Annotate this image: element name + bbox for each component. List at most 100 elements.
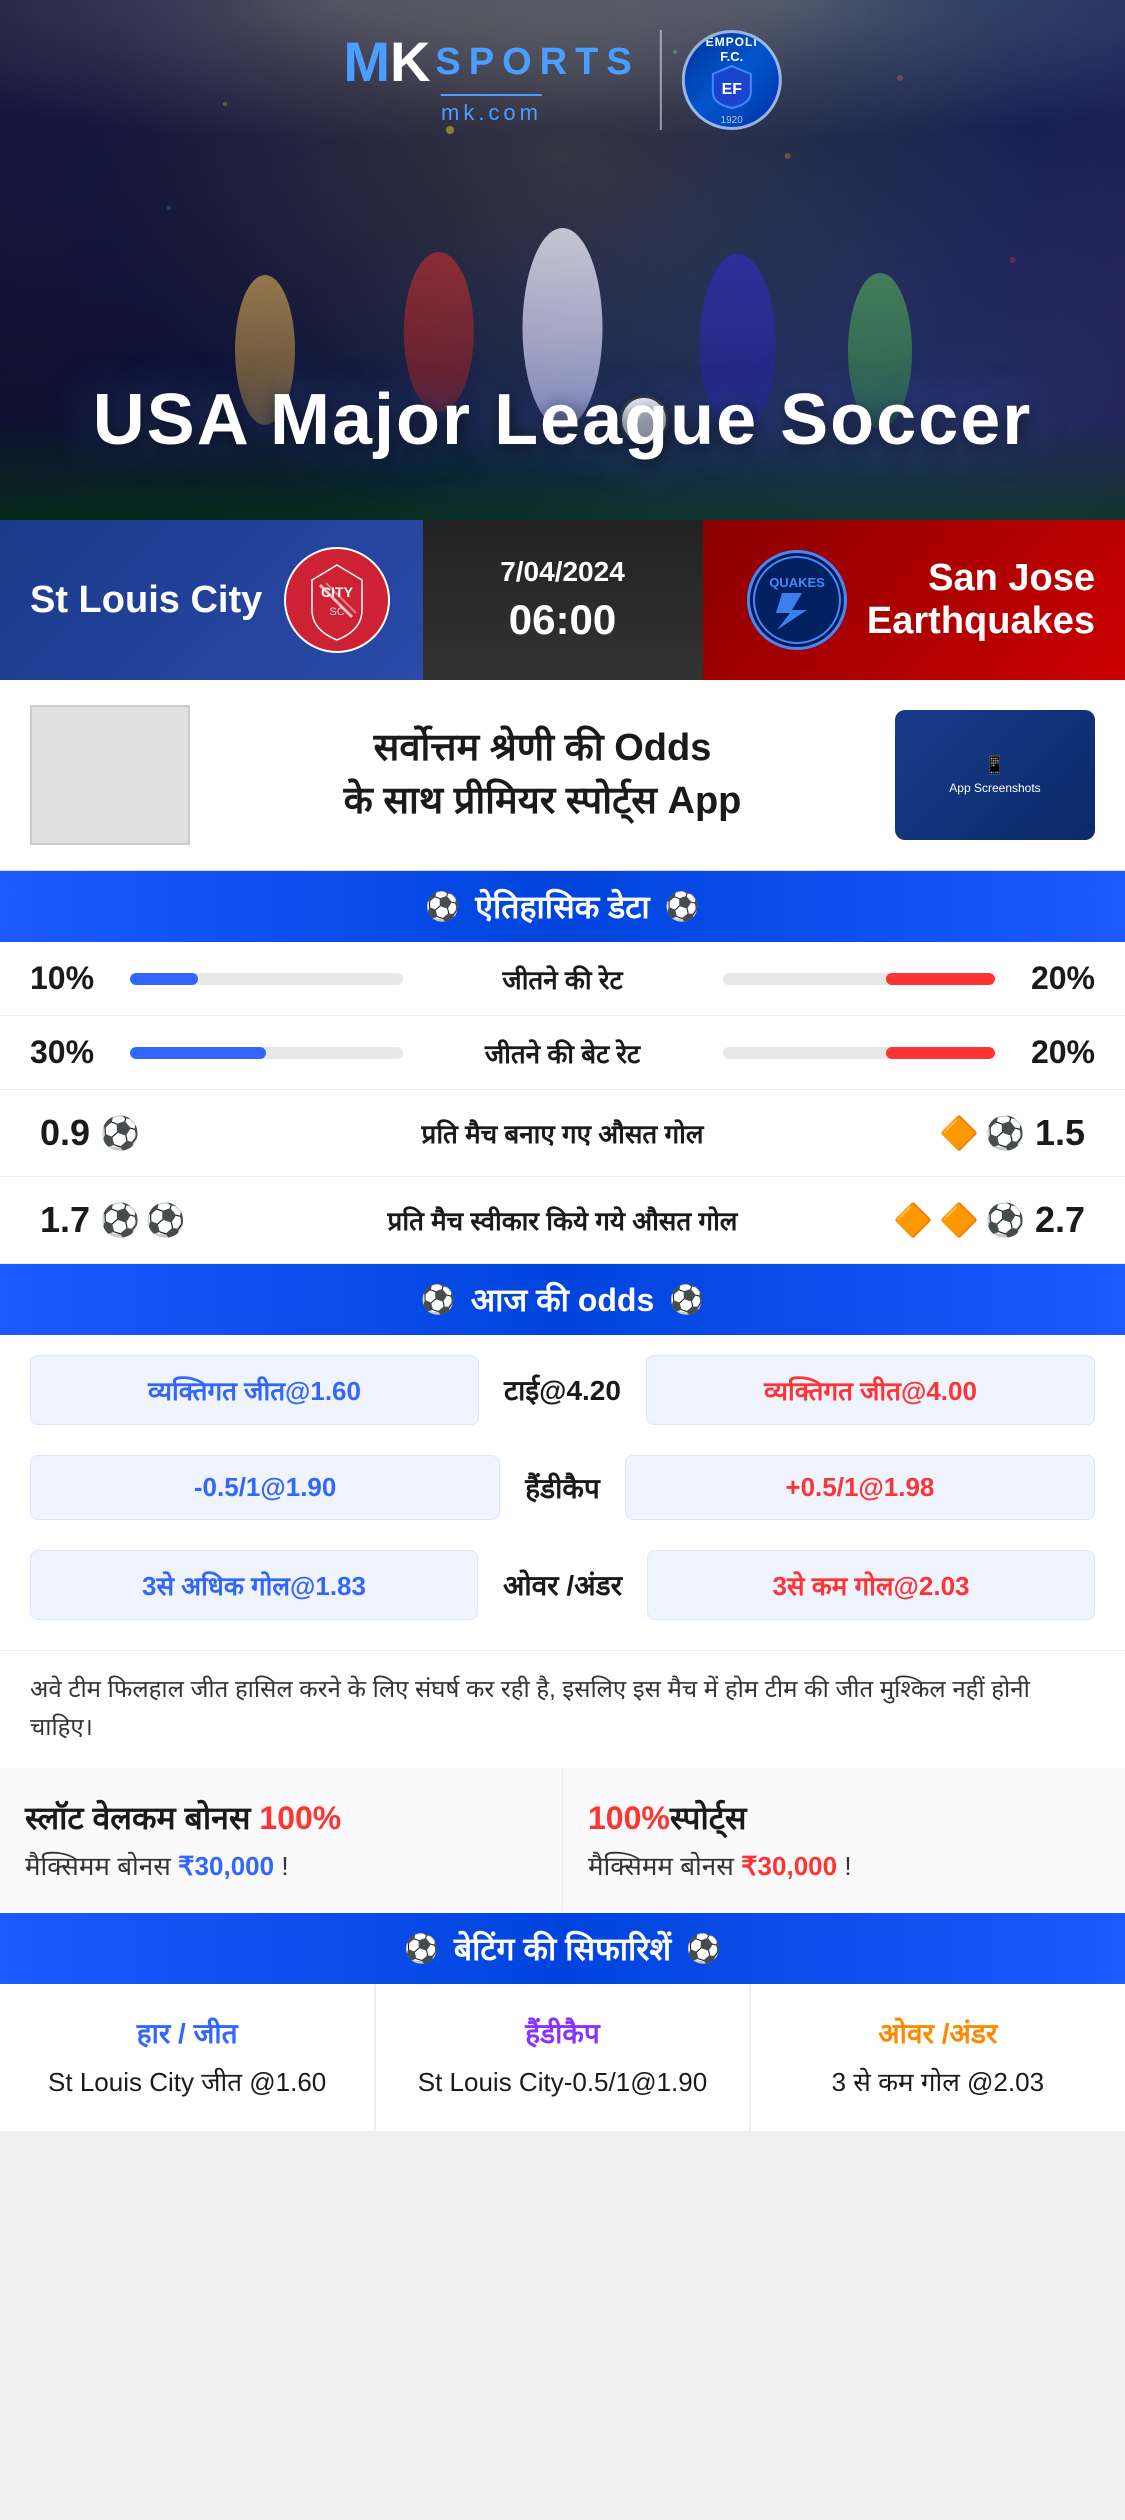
odds-ball-right: ⚽ xyxy=(669,1283,704,1316)
earthquakes-logo-svg: QUAKES xyxy=(752,555,842,645)
analysis-text: अवे टीम फिलहाल जीत हासिल करने के लिए संघ… xyxy=(30,1671,1095,1748)
odds-over-btn[interactable]: 3से अधिक गोल@1.83 xyxy=(30,1550,478,1620)
ball-c1: ⚽ xyxy=(100,1201,140,1239)
hero-title: USA Major League Soccer xyxy=(0,381,1125,460)
ball-1: ⚽ xyxy=(100,1114,140,1152)
ball-cr2: 🔶 xyxy=(939,1201,979,1239)
reco-type-1: हार / जीत xyxy=(137,2014,238,2052)
reco-header: ⚽ बेटिंग की सिफारिशें ⚽ xyxy=(0,1913,1125,1984)
odds-home-win-btn[interactable]: व्यक्तिगत जीत@1.60 xyxy=(30,1355,479,1425)
win-rate-row: 10% जीतने की रेट 20% xyxy=(0,942,1125,1016)
odds-section: ⚽ आज की odds ⚽ व्यक्तिगत जीत@1.60 टाई@4.… xyxy=(0,1264,1125,1650)
home-team-section: St Louis City CITY SC xyxy=(0,520,423,680)
avg-goals-conceded-left: 1.7 ⚽ ⚽ xyxy=(40,1199,240,1241)
bonus-card-1[interactable]: स्लॉट वेलकम बोनस 100% मैक्सिमम बोनस ₹30,… xyxy=(0,1768,563,1914)
mk-sports-logo: MK SPORTS mk.com EMPOLI F.C. EF 1920 xyxy=(343,30,781,130)
promo-banner[interactable]: सर्वोत्तम श्रेणी की Odds के साथ प्रीमियर… xyxy=(0,680,1125,871)
historical-section: ⚽ ऐतिहासिक डेटा ⚽ 10% जीतने की रेट 20% 3… xyxy=(0,871,1125,1264)
reco-type-2: हैंडीकैप xyxy=(525,2014,600,2052)
odds-handicap-left-btn[interactable]: -0.5/1@1.90 xyxy=(30,1455,500,1520)
hero-text-overlay: USA Major League Soccer xyxy=(0,381,1125,460)
bonus-card-2-subtitle: मैक्सिमम बोनस ₹30,000 ! xyxy=(588,1847,852,1883)
odds-row-3: 3से अधिक गोल@1.83 ओवर /अंडर 3से कम गोल@2… xyxy=(0,1530,1125,1630)
away-team-logo: QUAKES xyxy=(747,550,847,650)
avg-goals-conceded-label: प्रति मैच स्वीकार किये गये औसत गोल xyxy=(240,1202,885,1238)
empoli-year: 1920 xyxy=(706,115,758,126)
promo-placeholder-image xyxy=(30,705,190,845)
avg-goals-scored-left-value: 0.9 xyxy=(40,1112,90,1154)
bet-win-rate-left-bar xyxy=(130,1047,403,1059)
balls-right-scored: 🔶 ⚽ xyxy=(939,1114,1025,1152)
ball-icon-left: ⚽ xyxy=(425,890,460,923)
home-team-name: St Louis City xyxy=(30,579,262,622)
bonus-card-1-subtitle: मैक्सिमम बोनस ₹30,000 ! xyxy=(25,1847,289,1883)
bet-win-rate-row: 30% जीतने की बेट रेट 20% xyxy=(0,1016,1125,1090)
ball-cr3: ⚽ xyxy=(985,1201,1025,1239)
reco-grid: हार / जीत St Louis City जीत @1.60 हैंडीक… xyxy=(0,1984,1125,2130)
empoli-shield-icon: EF xyxy=(711,64,753,110)
historical-header: ⚽ ऐतिहासिक डेटा ⚽ xyxy=(0,871,1125,942)
win-rate-right-bar xyxy=(723,973,996,985)
mk-domain: mk.com xyxy=(441,94,542,126)
ball-r2: ⚽ xyxy=(985,1114,1025,1152)
match-date: 7/04/2024 xyxy=(500,556,625,588)
bonus-card-2[interactable]: 100%स्पोर्ट्स मैक्सिमम बोनस ₹30,000 ! xyxy=(563,1768,1125,1914)
empoli-fc-text: F.C. xyxy=(706,49,758,64)
mk-k: K xyxy=(390,30,430,93)
ball-icon-right: ⚽ xyxy=(665,890,700,923)
avg-goals-scored-label: प्रति मैच बनाए गए औसत गोल xyxy=(240,1115,885,1151)
ball-cr1: 🔶 xyxy=(893,1201,933,1239)
avg-goals-scored-row: 0.9 ⚽ प्रति मैच बनाए गए औसत गोल 🔶 ⚽ 1.5 xyxy=(0,1090,1125,1177)
odds-row-1: व्यक्तिगत जीत@1.60 टाई@4.20 व्यक्तिगत जी… xyxy=(0,1335,1125,1435)
sports-text: SPORTS xyxy=(435,43,639,81)
reco-type-3: ओवर /अंडर xyxy=(878,2014,997,2052)
promo-app-screenshot: 📱 App Screenshots xyxy=(895,710,1095,840)
balls-right-conceded: 🔶 🔶 ⚽ xyxy=(893,1201,1025,1239)
odds-handicap-label: हैंडीकैप xyxy=(515,1469,610,1507)
reco-value-2: St Louis City-0.5/1@1.90 xyxy=(418,2064,707,2100)
bonus-card-2-title: 100%स्पोर्ट्स xyxy=(588,1798,747,1840)
reco-value-3: 3 से कम गोल @2.03 xyxy=(832,2064,1044,2100)
bonus-card-1-title: स्लॉट वेलकम बोनस 100% xyxy=(25,1798,341,1840)
betting-recommendations-section: ⚽ बेटिंग की सिफारिशें ⚽ हार / जीत St Lou… xyxy=(0,1913,1125,2130)
promo-text: सर्वोत्तम श्रेणी की Odds के साथ प्रीमियर… xyxy=(220,722,865,828)
analysis-section: अवे टीम फिलहाल जीत हासिल करने के लिए संघ… xyxy=(0,1650,1125,1768)
historical-title: ऐतिहासिक डेटा xyxy=(475,885,649,928)
mk-m: M xyxy=(343,30,390,93)
win-rate-left-bar xyxy=(130,973,403,985)
avg-goals-conceded-left-value: 1.7 xyxy=(40,1199,90,1241)
bet-win-rate-left-value: 30% xyxy=(30,1034,110,1071)
match-bar: St Louis City CITY SC 7/04/2024 06:00 QU… xyxy=(0,520,1125,680)
odds-handicap-right-btn[interactable]: +0.5/1@1.98 xyxy=(625,1455,1095,1520)
bonus-section: स्लॉट वेलकम बोनस 100% मैक्सिमम बोनस ₹30,… xyxy=(0,1768,1125,1914)
bet-win-rate-right-value: 20% xyxy=(1015,1034,1095,1071)
win-rate-label: जीतने की रेट xyxy=(423,961,703,997)
avg-goals-conceded-row: 1.7 ⚽ ⚽ प्रति मैच स्वीकार किये गये औसत ग… xyxy=(0,1177,1125,1264)
svg-text:EF: EF xyxy=(721,81,742,98)
reco-title: बेटिंग की सिफारिशें xyxy=(454,1927,671,1970)
reco-ball-right: ⚽ xyxy=(686,1932,721,1965)
match-center: 7/04/2024 06:00 xyxy=(423,520,703,680)
away-team-name: San Jose Earthquakes xyxy=(867,557,1095,643)
bet-win-rate-label: जीतने की बेट रेट xyxy=(423,1035,703,1071)
empoli-logo: EMPOLI F.C. EF 1920 xyxy=(682,30,782,130)
win-rate-left-value: 10% xyxy=(30,960,110,997)
avg-goals-scored-left: 0.9 ⚽ xyxy=(40,1112,240,1154)
reco-card-3: ओवर /अंडर 3 से कम गोल @2.03 xyxy=(751,1984,1125,2130)
balls-left-conceded: ⚽ ⚽ xyxy=(100,1201,186,1239)
odds-tie-label[interactable]: टाई@4.20 xyxy=(494,1371,631,1409)
odds-under-btn[interactable]: 3से कम गोल@2.03 xyxy=(647,1550,1095,1620)
empoli-name: EMPOLI xyxy=(706,35,758,49)
hero-banner: MK SPORTS mk.com EMPOLI F.C. EF 1920 USA… xyxy=(0,0,1125,520)
win-rate-right-value: 20% xyxy=(1015,960,1095,997)
balls-left-scored: ⚽ xyxy=(100,1114,140,1152)
avg-goals-conceded-right: 🔶 🔶 ⚽ 2.7 xyxy=(885,1199,1085,1241)
ball-c2: ⚽ xyxy=(146,1201,186,1239)
odds-ball-left: ⚽ xyxy=(421,1283,456,1316)
reco-card-2: हैंडीकैप St Louis City-0.5/1@1.90 xyxy=(375,1984,749,2130)
odds-away-win-btn[interactable]: व्यक्तिगत जीत@4.00 xyxy=(646,1355,1095,1425)
odds-title: आज की odds xyxy=(471,1278,655,1321)
avg-goals-scored-right-value: 1.5 xyxy=(1035,1112,1085,1154)
ball-r1: 🔶 xyxy=(939,1114,979,1152)
home-team-logo: CITY SC xyxy=(282,545,392,655)
